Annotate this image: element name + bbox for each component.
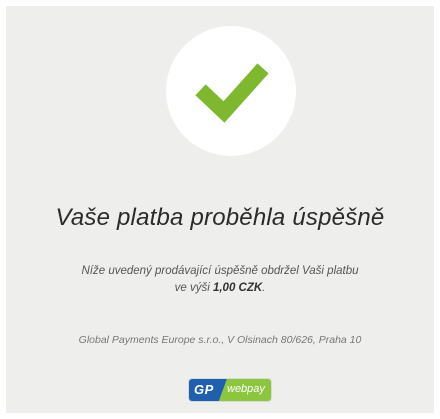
payment-result-card: Vaše platba proběhla úspěšně Níže uveden… [6, 6, 434, 413]
success-badge [166, 26, 296, 156]
page-title: Vaše platba proběhla úspěšně [55, 204, 385, 231]
payment-amount: 1,00 CZK [212, 282, 263, 294]
message-line-2: ve výši 1,00 CZK. [6, 280, 434, 297]
logo-webpay-text: webpay [227, 383, 265, 395]
logo-gp-text: GP [194, 382, 214, 397]
amount-suffix: . [262, 282, 266, 294]
message-line-1: Níže uvedený prodávající úspěšně obdržel… [81, 265, 359, 277]
payment-message: Níže uvedený prodávající úspěšně obdržel… [6, 263, 434, 297]
amount-prefix: ve výši [174, 282, 213, 294]
company-info: Global Payments Europe s.r.o., V Olsinac… [78, 334, 362, 346]
gp-webpay-logo: GP webpay [189, 379, 271, 401]
checkmark-icon [195, 63, 269, 123]
